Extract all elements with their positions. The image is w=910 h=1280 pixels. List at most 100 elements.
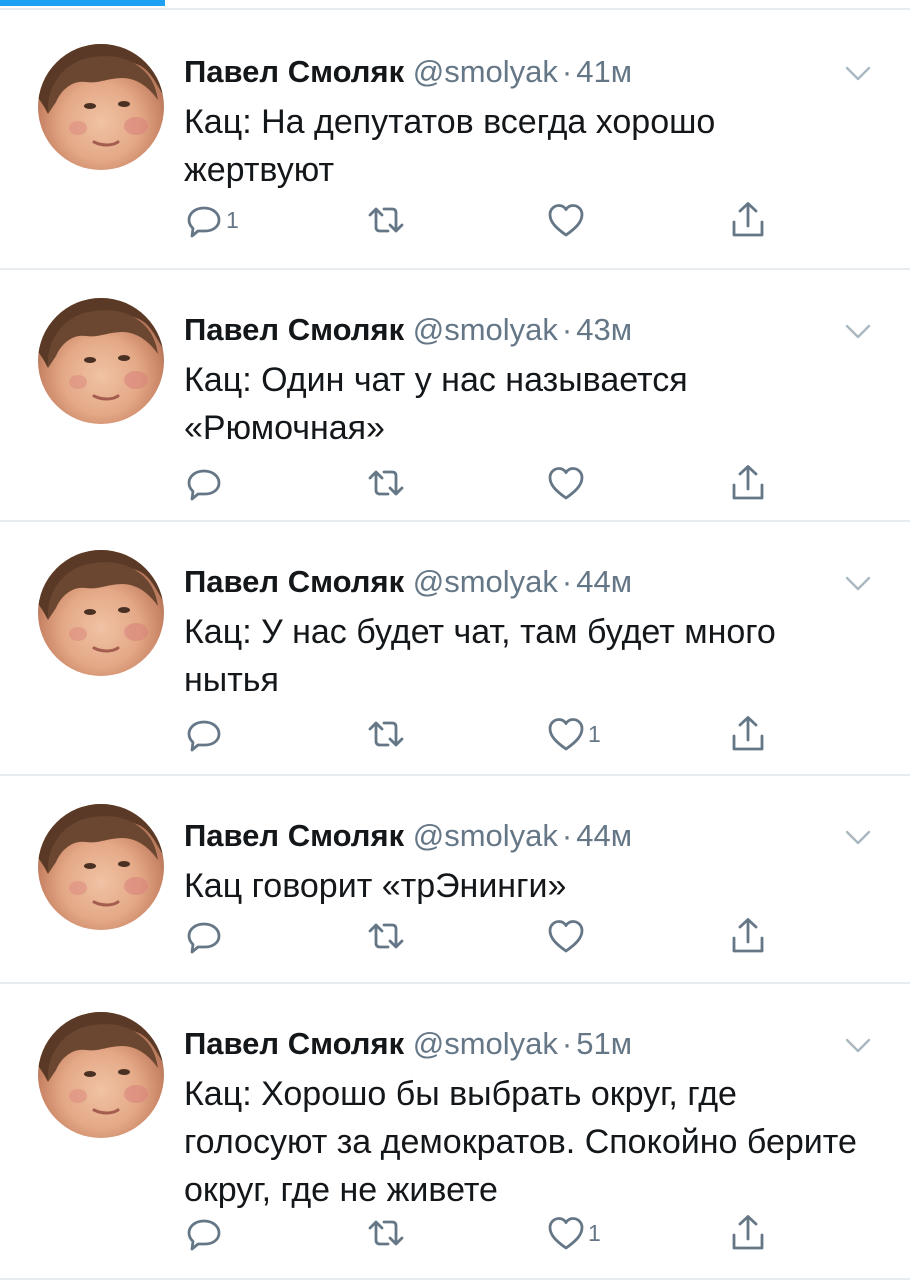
timestamp[interactable]: 43м bbox=[576, 312, 632, 347]
tweet-text: Кац: У нас будет чат, там будет много ны… bbox=[184, 613, 776, 699]
tweet-actions: 1 bbox=[184, 1211, 824, 1255]
like-button[interactable] bbox=[546, 198, 588, 242]
like-count: 1 bbox=[588, 721, 601, 747]
tweet-actions: 1 bbox=[184, 198, 824, 242]
retweet-button[interactable] bbox=[366, 712, 408, 756]
avatar-image bbox=[38, 298, 164, 401]
share-icon bbox=[732, 1215, 764, 1250]
avatar-image bbox=[38, 1012, 164, 1115]
chevron-down-icon[interactable] bbox=[843, 1030, 873, 1060]
author-handle[interactable]: @smolyak bbox=[413, 564, 558, 599]
separator: · bbox=[561, 564, 573, 599]
heart-icon bbox=[548, 1217, 584, 1250]
chevron-down-icon[interactable] bbox=[843, 58, 873, 88]
share-icon bbox=[732, 202, 764, 237]
avatar-image bbox=[38, 44, 164, 147]
retweet-icon bbox=[368, 721, 404, 747]
tweet-actions: 1 bbox=[184, 712, 824, 756]
like-button[interactable]: 1 bbox=[546, 712, 601, 756]
author-name[interactable]: Павел Смоляк bbox=[184, 1026, 404, 1061]
separator: · bbox=[561, 54, 573, 89]
share-icon bbox=[732, 716, 764, 751]
tweet-header: Павел Смоляк @smolyak · 41м bbox=[184, 52, 632, 92]
reply-icon bbox=[187, 1219, 221, 1251]
share-button[interactable] bbox=[728, 461, 768, 505]
like-button[interactable] bbox=[546, 461, 588, 505]
reply-button[interactable] bbox=[184, 1211, 226, 1255]
author-handle[interactable]: @smolyak bbox=[413, 312, 558, 347]
tweet[interactable]: Павел Смоляк @smolyak · 43м Кац: Один чат … bbox=[0, 270, 910, 522]
retweet-button[interactable] bbox=[366, 461, 408, 505]
timestamp[interactable]: 44м bbox=[576, 564, 632, 599]
reply-icon bbox=[187, 469, 221, 501]
retweet-icon bbox=[368, 1220, 404, 1246]
timestamp[interactable]: 44м bbox=[576, 818, 632, 853]
reply-icon bbox=[187, 720, 221, 752]
tweet-text: Кац: Хорошо бы выбрать округ, где голосу… bbox=[184, 1075, 857, 1209]
tweet[interactable]: Павел Смоляк @smolyak · 51м Кац: Хорошо бы… bbox=[0, 984, 910, 1280]
share-icon bbox=[732, 918, 764, 953]
avatar[interactable] bbox=[38, 298, 164, 424]
avatar[interactable] bbox=[38, 550, 164, 676]
tweet[interactable]: Павел Смоляк @smolyak · 41м Кац: На депута… bbox=[0, 12, 910, 270]
retweet-button[interactable] bbox=[366, 1211, 408, 1255]
tweet-header: Павел Смоляк @smolyak · 44м bbox=[184, 562, 632, 602]
reply-button[interactable]: 1 bbox=[184, 198, 239, 242]
heart-icon bbox=[548, 467, 584, 500]
chevron-down-icon[interactable] bbox=[843, 316, 873, 346]
tweet[interactable]: Павел Смоляк @smolyak · 44м Кац говорит «т… bbox=[0, 776, 910, 984]
retweet-button[interactable] bbox=[366, 198, 408, 242]
author-handle[interactable]: @smolyak bbox=[413, 54, 558, 89]
tweet-actions bbox=[184, 461, 824, 505]
author-name[interactable]: Павел Смоляк bbox=[184, 818, 404, 853]
reply-icon bbox=[187, 206, 221, 238]
heart-icon bbox=[548, 718, 584, 751]
avatar[interactable] bbox=[38, 44, 164, 170]
separator: · bbox=[561, 312, 573, 347]
share-button[interactable] bbox=[728, 198, 768, 242]
like-count: 1 bbox=[588, 1220, 601, 1246]
reply-button[interactable] bbox=[184, 461, 226, 505]
heart-icon bbox=[548, 920, 584, 953]
separator: · bbox=[561, 1026, 573, 1061]
timestamp[interactable]: 41м bbox=[576, 54, 632, 89]
tweet-text: Кац: Один чат у нас называется «Рюмочная… bbox=[184, 361, 688, 447]
tweet-header: Павел Смоляк @smolyak · 43м bbox=[184, 310, 632, 350]
author-handle[interactable]: @smolyak bbox=[413, 1026, 558, 1061]
active-tab-underline bbox=[0, 0, 165, 6]
tweet-text: Кац: На депутатов всегда хорошо жертвуют bbox=[184, 103, 716, 189]
chevron-down-icon[interactable] bbox=[843, 568, 873, 598]
avatar[interactable] bbox=[38, 804, 164, 930]
retweet-button[interactable] bbox=[366, 914, 408, 958]
reply-count: 1 bbox=[226, 207, 239, 233]
separator: · bbox=[561, 818, 573, 853]
heart-icon bbox=[548, 204, 584, 237]
avatar-image bbox=[38, 550, 164, 653]
author-name[interactable]: Павел Смоляк bbox=[184, 54, 404, 89]
like-button[interactable] bbox=[546, 914, 588, 958]
tweet-header: Павел Смоляк @smolyak · 51м bbox=[184, 1024, 632, 1064]
author-handle[interactable]: @smolyak bbox=[413, 818, 558, 853]
share-button[interactable] bbox=[728, 1211, 768, 1255]
share-icon bbox=[732, 465, 764, 500]
like-button[interactable]: 1 bbox=[546, 1211, 601, 1255]
chevron-down-icon[interactable] bbox=[843, 822, 873, 852]
retweet-icon bbox=[368, 207, 404, 233]
reply-icon bbox=[187, 922, 221, 954]
author-name[interactable]: Павел Смоляк bbox=[184, 312, 404, 347]
retweet-icon bbox=[368, 923, 404, 949]
avatar[interactable] bbox=[38, 1012, 164, 1138]
reply-button[interactable] bbox=[184, 712, 226, 756]
reply-button[interactable] bbox=[184, 914, 226, 958]
tweet-text: Кац говорит «трЭнинги» bbox=[184, 867, 567, 905]
share-button[interactable] bbox=[728, 914, 768, 958]
timestamp[interactable]: 51м bbox=[576, 1026, 632, 1061]
share-button[interactable] bbox=[728, 712, 768, 756]
tweet-actions bbox=[184, 914, 824, 958]
tweet-header: Павел Смоляк @smolyak · 44м bbox=[184, 816, 632, 856]
avatar-image bbox=[38, 804, 164, 907]
tab-indicator bbox=[0, 0, 910, 10]
divider bbox=[0, 8, 910, 10]
author-name[interactable]: Павел Смоляк bbox=[184, 564, 404, 599]
tweet[interactable]: Павел Смоляк @smolyak · 44м Кац: У нас буд… bbox=[0, 522, 910, 776]
